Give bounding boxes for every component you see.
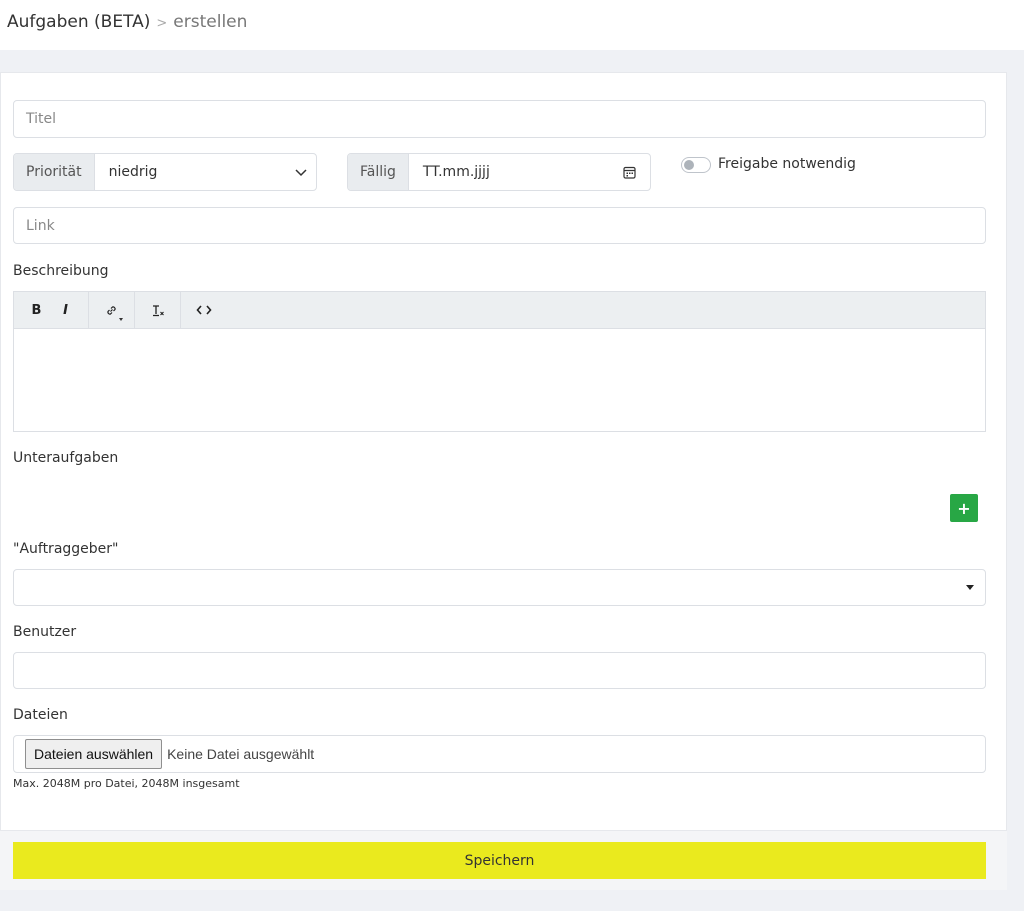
subtasks-label: Unteraufgaben xyxy=(13,450,119,466)
link-icon xyxy=(107,305,116,315)
clear-format-icon xyxy=(152,304,164,316)
user-label: Benutzer xyxy=(13,624,77,640)
breadcrumb-current: erstellen xyxy=(173,12,248,32)
due-date-input[interactable]: Fällig TT.mm.jjjj xyxy=(347,153,651,191)
add-subtask-button[interactable]: + xyxy=(950,494,978,522)
breadcrumb-root[interactable]: Aufgaben (BETA) xyxy=(7,12,150,32)
link-button[interactable] xyxy=(97,296,126,324)
file-input[interactable]: Dateien auswählen Keine Datei ausgewählt xyxy=(13,735,986,773)
link-caret-icon xyxy=(119,318,123,321)
files-label: Dateien xyxy=(13,707,68,723)
approval-toggle[interactable] xyxy=(681,157,711,173)
approval-toggle-label: Freigabe notwendig xyxy=(718,156,856,172)
choose-files-button[interactable]: Dateien auswählen xyxy=(25,739,163,769)
priority-select[interactable]: Priorität niedrig xyxy=(13,153,317,191)
plus-icon: + xyxy=(957,498,971,518)
calendar-icon[interactable] xyxy=(623,166,636,179)
description-label: Beschreibung xyxy=(13,263,109,279)
italic-button[interactable]: I xyxy=(51,296,80,324)
bold-button[interactable]: B xyxy=(22,296,51,324)
caret-down-icon xyxy=(966,585,974,590)
code-button[interactable] xyxy=(189,296,218,324)
priority-label: Priorität xyxy=(14,154,95,190)
link-input[interactable]: Link xyxy=(13,207,986,244)
due-label: Fällig xyxy=(348,154,409,190)
file-size-hint: Max. 2048M pro Datei, 2048M insgesamt xyxy=(13,777,240,790)
breadcrumb-separator: > xyxy=(156,16,168,31)
title-placeholder: Titel xyxy=(26,111,57,127)
user-input[interactable] xyxy=(13,652,986,689)
description-editor[interactable]: B I xyxy=(13,291,986,432)
editor-toolbar: B I xyxy=(14,291,985,329)
client-select[interactable] xyxy=(13,569,986,606)
save-button[interactable]: Speichern xyxy=(13,842,986,879)
due-placeholder: TT.mm.jjjj xyxy=(422,164,490,180)
link-placeholder: Link xyxy=(26,217,55,234)
breadcrumb: Aufgaben (BETA) > erstellen xyxy=(7,12,247,32)
clear-format-button[interactable] xyxy=(143,296,172,324)
toggle-knob xyxy=(684,160,694,170)
chevron-down-icon xyxy=(295,169,307,177)
title-input[interactable]: Titel xyxy=(13,100,986,138)
top-bar: Aufgaben (BETA) > erstellen xyxy=(0,0,1024,50)
priority-value: niedrig xyxy=(108,164,158,180)
client-label: "Auftraggeber" xyxy=(13,541,119,557)
code-icon xyxy=(195,305,212,315)
file-status: Keine Datei ausgewählt xyxy=(167,746,315,762)
